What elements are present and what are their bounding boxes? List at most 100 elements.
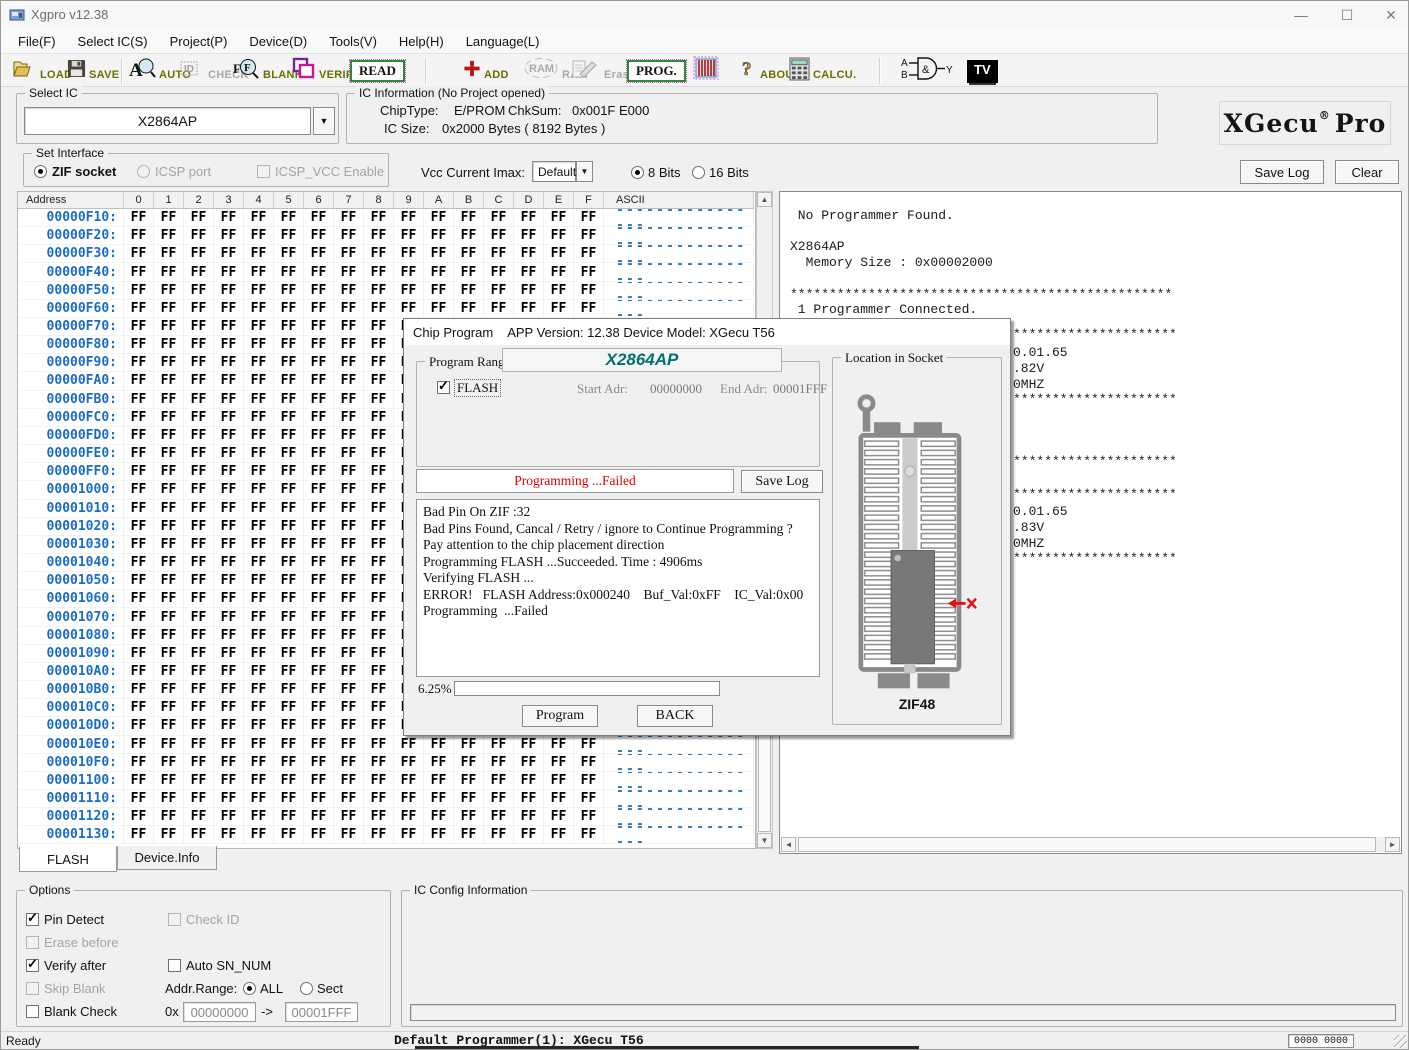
hex-cell[interactable]: FF (364, 372, 394, 390)
scroll-up-icon[interactable]: ▲ (757, 192, 772, 207)
hex-cell[interactable]: FF (244, 500, 274, 518)
hex-cell[interactable]: FF (334, 481, 364, 499)
hex-cell[interactable]: FF (514, 209, 544, 227)
hex-cell[interactable]: FF (274, 754, 304, 772)
hex-cell[interactable]: FF (214, 445, 244, 463)
hex-cell[interactable]: FF (154, 717, 184, 735)
hex-cell[interactable]: FF (514, 808, 544, 826)
hex-cell[interactable]: FF (244, 209, 274, 227)
hex-cell[interactable]: FF (214, 227, 244, 245)
hex-cell[interactable]: FF (304, 318, 334, 336)
hex-cell[interactable]: FF (154, 354, 184, 372)
hex-cell[interactable]: FF (124, 699, 154, 717)
hex-cell[interactable]: FF (184, 318, 214, 336)
add-button[interactable]: ADD (463, 56, 509, 86)
hex-cell[interactable]: FF (154, 245, 184, 263)
hex-cell[interactable]: FF (364, 663, 394, 681)
hex-cell[interactable]: FF (304, 518, 334, 536)
hex-cell[interactable]: FF (124, 536, 154, 554)
hex-cell[interactable]: FF (244, 627, 274, 645)
hex-cell[interactable]: FF (304, 209, 334, 227)
blank-check-checkbox[interactable] (26, 1005, 39, 1018)
menu-project-p[interactable]: Project(P) (159, 32, 239, 51)
hex-cell[interactable]: FF (184, 663, 214, 681)
hex-cell[interactable]: FF (154, 463, 184, 481)
hex-cell[interactable]: FF (154, 372, 184, 390)
hex-cell[interactable]: FF (214, 808, 244, 826)
hex-cell[interactable]: FF (364, 354, 394, 372)
addr-from-field[interactable]: 00000000 (183, 1002, 256, 1022)
hex-cell[interactable]: FF (274, 372, 304, 390)
auto-sn-num-checkbox[interactable] (168, 959, 181, 972)
hex-cell[interactable]: FF (304, 717, 334, 735)
bits-8-radio[interactable] (631, 166, 644, 179)
hex-cell[interactable]: FF (484, 808, 514, 826)
hex-cell[interactable]: FF (484, 826, 514, 844)
hex-cell[interactable]: FF (454, 282, 484, 300)
hex-cell[interactable]: FF (334, 681, 364, 699)
hex-cell[interactable]: FF (154, 427, 184, 445)
hex-cell[interactable]: FF (334, 318, 364, 336)
hex-cell[interactable]: FF (274, 663, 304, 681)
hex-cell[interactable]: FF (364, 336, 394, 354)
hex-cell[interactable]: FF (274, 772, 304, 790)
hex-cell[interactable]: FF (394, 282, 424, 300)
hex-cell[interactable]: FF (184, 445, 214, 463)
hex-cell[interactable]: FF (184, 209, 214, 227)
hex-cell[interactable]: FF (124, 608, 154, 626)
hex-cell[interactable]: FF (214, 336, 244, 354)
hex-cell[interactable]: FF (364, 318, 394, 336)
hex-cell[interactable]: FF (394, 300, 424, 318)
hex-cell[interactable]: FF (304, 554, 334, 572)
bits-16-radio[interactable] (692, 166, 705, 179)
clear-button[interactable]: Clear (1335, 160, 1399, 184)
hex-cell[interactable]: FF (244, 263, 274, 281)
hex-cell[interactable]: FF (364, 209, 394, 227)
hex-cell[interactable]: FF (244, 790, 274, 808)
hex-cell[interactable]: FF (304, 645, 334, 663)
hex-cell[interactable]: FF (424, 300, 454, 318)
hex-cell[interactable]: FF (154, 282, 184, 300)
hex-cell[interactable]: FF (274, 790, 304, 808)
hex-cell[interactable]: FF (214, 572, 244, 590)
hex-cell[interactable]: FF (184, 372, 214, 390)
hex-cell[interactable]: FF (424, 808, 454, 826)
hex-cell[interactable]: FF (544, 245, 574, 263)
tv-button[interactable]: TV (967, 56, 998, 86)
hex-cell[interactable]: FF (364, 227, 394, 245)
hex-cell[interactable]: FF (124, 772, 154, 790)
hex-cell[interactable]: FF (124, 245, 154, 263)
hex-cell[interactable]: FF (364, 427, 394, 445)
hex-cell[interactable]: FF (334, 463, 364, 481)
hex-cell[interactable]: FF (274, 409, 304, 427)
hex-cell[interactable]: FF (184, 736, 214, 754)
vcc-imax-select[interactable]: Default (532, 161, 576, 182)
hex-cell[interactable]: FF (244, 572, 274, 590)
hex-cell[interactable]: FF (334, 645, 364, 663)
hex-cell[interactable]: FF (244, 699, 274, 717)
menu-language-l[interactable]: Language(L) (455, 32, 551, 51)
hex-cell[interactable]: FF (304, 754, 334, 772)
hex-cell[interactable]: FF (574, 826, 604, 844)
hex-cell[interactable]: FF (304, 772, 334, 790)
hex-cell[interactable]: FF (334, 427, 364, 445)
hex-cell[interactable]: FF (454, 754, 484, 772)
hex-cell[interactable]: FF (304, 808, 334, 826)
hex-cell[interactable]: FF (274, 717, 304, 735)
hex-cell[interactable]: FF (274, 318, 304, 336)
hex-cell[interactable]: FF (274, 227, 304, 245)
hex-cell[interactable]: FF (304, 627, 334, 645)
hex-cell[interactable]: FF (514, 282, 544, 300)
hex-cell[interactable]: FF (244, 826, 274, 844)
menu-tools-v[interactable]: Tools(V) (318, 32, 388, 51)
hex-cell[interactable]: FF (364, 554, 394, 572)
hex-cell[interactable]: FF (304, 282, 334, 300)
back-button[interactable]: BACK (637, 705, 713, 727)
hex-cell[interactable]: FF (154, 391, 184, 409)
hex-cell[interactable]: FF (124, 518, 154, 536)
hex-cell[interactable]: FF (334, 227, 364, 245)
load-button[interactable]: LOAD (13, 56, 72, 86)
hex-cell[interactable]: FF (364, 481, 394, 499)
hex-cell[interactable]: FF (424, 772, 454, 790)
hex-cell[interactable]: FF (154, 826, 184, 844)
